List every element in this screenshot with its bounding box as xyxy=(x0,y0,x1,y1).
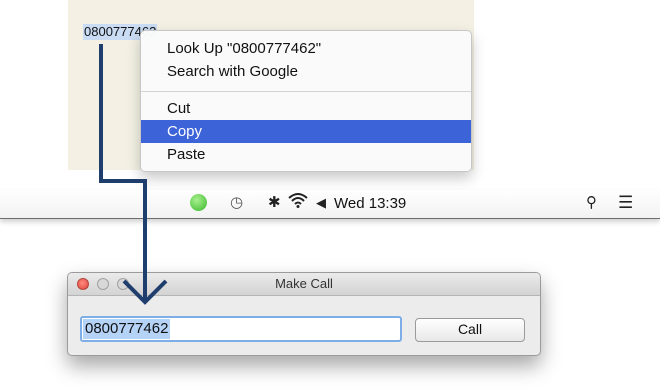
drag-arrow-icon xyxy=(99,44,168,305)
